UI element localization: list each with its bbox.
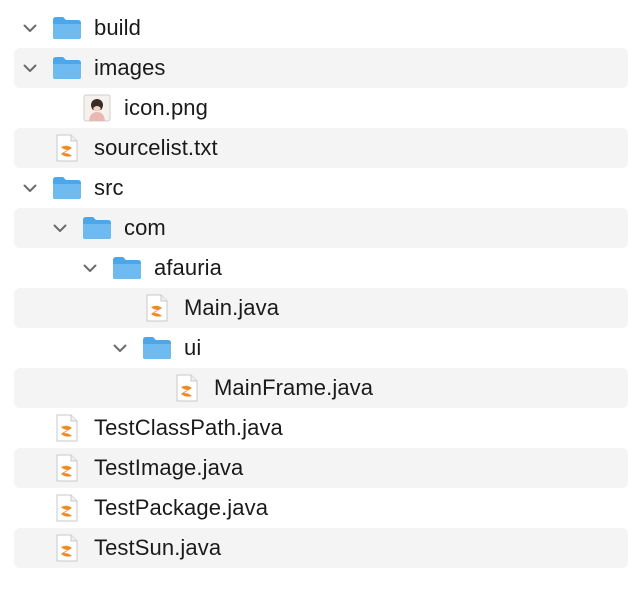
chevron-down-icon[interactable] xyxy=(50,218,70,238)
tree-item-label: images xyxy=(94,55,166,80)
chevron-down-icon[interactable] xyxy=(80,258,100,278)
chevron-down-icon[interactable] xyxy=(20,58,40,78)
tree-row-testpackage-java[interactable]: TestPackage.java xyxy=(14,488,628,528)
tree-item-label: TestSun.java xyxy=(94,535,222,560)
swift-file-icon xyxy=(172,373,202,403)
swift-file-icon xyxy=(142,293,172,323)
folder-icon xyxy=(52,13,82,43)
tree-row-afauria[interactable]: afauria xyxy=(14,248,628,288)
folder-icon xyxy=(112,253,142,283)
swift-file-icon xyxy=(52,413,82,443)
file-tree: build images icon.png sourcelist.txt src… xyxy=(14,8,628,568)
swift-file-icon xyxy=(52,133,82,163)
tree-row-testimage-java[interactable]: TestImage.java xyxy=(14,448,628,488)
tree-row-testclasspath-java[interactable]: TestClassPath.java xyxy=(14,408,628,448)
tree-item-label: build xyxy=(94,15,141,40)
chevron-down-icon[interactable] xyxy=(20,178,40,198)
tree-row-com[interactable]: com xyxy=(14,208,628,248)
tree-row-testsun-java[interactable]: TestSun.java xyxy=(14,528,628,568)
tree-row-ui[interactable]: ui xyxy=(14,328,628,368)
tree-item-label: icon.png xyxy=(124,95,208,120)
folder-icon xyxy=(142,333,172,363)
tree-row-sourcelist[interactable]: sourcelist.txt xyxy=(14,128,628,168)
swift-file-icon xyxy=(52,453,82,483)
tree-item-label: MainFrame.java xyxy=(214,375,374,400)
folder-icon xyxy=(52,53,82,83)
tree-item-label: com xyxy=(124,215,166,240)
image-thumbnail-icon xyxy=(82,93,112,123)
folder-icon xyxy=(52,173,82,203)
chevron-down-icon[interactable] xyxy=(110,338,130,358)
tree-row-main-java[interactable]: Main.java xyxy=(14,288,628,328)
tree-row-mainframe-java[interactable]: MainFrame.java xyxy=(14,368,628,408)
folder-icon xyxy=(82,213,112,243)
tree-row-src[interactable]: src xyxy=(14,168,628,208)
tree-row-build[interactable]: build xyxy=(14,8,628,48)
tree-item-label: src xyxy=(94,175,124,200)
tree-item-label: sourcelist.txt xyxy=(94,135,218,160)
tree-item-label: TestImage.java xyxy=(94,455,244,480)
tree-item-label: TestPackage.java xyxy=(94,495,269,520)
swift-file-icon xyxy=(52,533,82,563)
tree-item-label: Main.java xyxy=(184,295,280,320)
tree-row-icon-png[interactable]: icon.png xyxy=(14,88,628,128)
swift-file-icon xyxy=(52,493,82,523)
chevron-down-icon[interactable] xyxy=(20,18,40,38)
tree-item-label: afauria xyxy=(154,255,222,280)
tree-item-label: ui xyxy=(184,335,202,360)
tree-item-label: TestClassPath.java xyxy=(94,415,283,440)
tree-row-images[interactable]: images xyxy=(14,48,628,88)
